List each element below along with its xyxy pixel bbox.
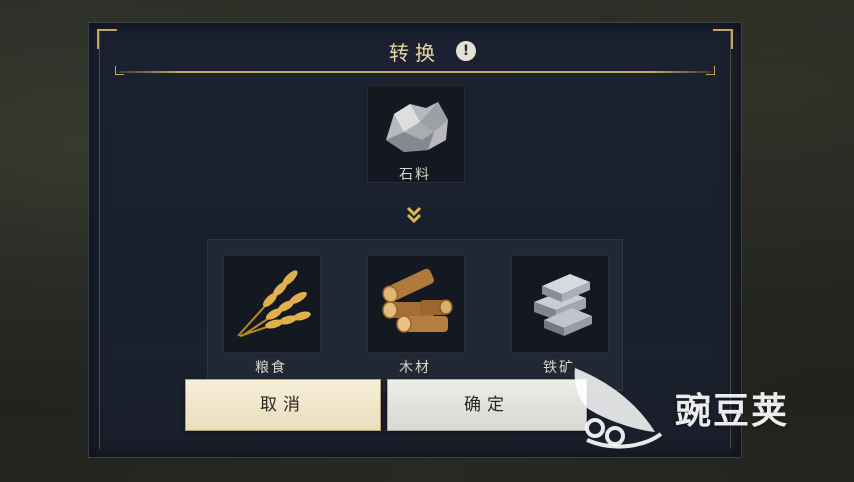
- wheat-icon: [237, 270, 311, 337]
- chevron-down-icon: [406, 206, 422, 224]
- output-item-iron[interactable]: [511, 255, 609, 353]
- iron-ingot-icon: [534, 274, 592, 336]
- confirm-button[interactable]: 确定: [387, 379, 587, 431]
- output-item-wood[interactable]: [367, 255, 465, 353]
- output-item-label-grain: 粮食: [255, 360, 287, 376]
- watermark-text: 豌豆荚: [675, 391, 790, 432]
- title-line-cap: [706, 66, 715, 75]
- dialog-title: 转换: [389, 41, 441, 65]
- watermark-logo: 豌豆荚: [565, 360, 835, 450]
- wood-icon: [382, 268, 453, 333]
- output-item-label-wood: 木材: [399, 360, 431, 376]
- pea-pod-icon: [574, 368, 663, 449]
- stone-icon: [386, 102, 448, 152]
- cancel-button[interactable]: 取消: [185, 379, 381, 431]
- source-item-label: 石料: [399, 167, 431, 183]
- title-divider: [119, 71, 711, 73]
- output-item-grain[interactable]: [223, 255, 321, 353]
- info-icon[interactable]: !: [456, 41, 476, 61]
